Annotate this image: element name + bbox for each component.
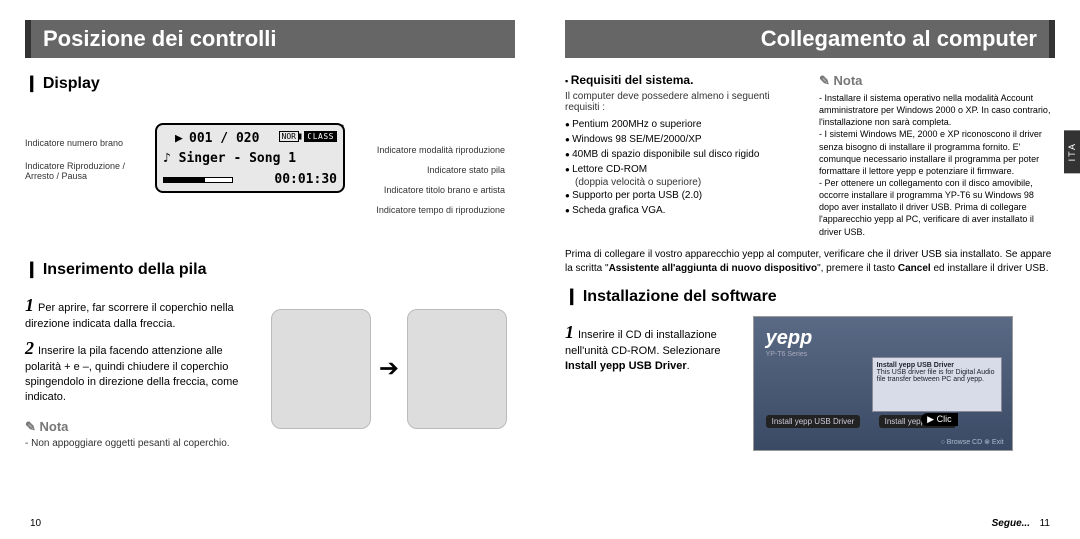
battery-illustration-1 [271, 309, 371, 429]
callout-track: Indicatore numero brano [25, 138, 123, 148]
req-heading: Requisiti del sistema. [565, 73, 801, 87]
lcd-track: 001 / 020 [189, 131, 259, 146]
nota-label-right: Nota [819, 73, 1055, 89]
pre-connect-text: Prima di collegare il vostro apparecchio… [565, 248, 1055, 276]
callout-play: Indicatore Riproduzione / Arresto / Paus… [25, 161, 145, 181]
lcd-song: ♪ Singer - Song 1 [163, 151, 296, 166]
page-number-right: 11 [1040, 518, 1050, 529]
nota-text-left: - Non appoggiare oggetti pesanti al cope… [25, 438, 245, 449]
step-2: 2Inserire la pila facendo attenzione all… [25, 336, 245, 405]
callout-batt: Indicatore stato pila [427, 165, 505, 175]
page-number-left: 10 [30, 518, 41, 529]
req-list: Pentium 200MHz o superiore Windows 98 SE… [565, 117, 801, 177]
right-page: Collegamento al computer Requisiti del s… [540, 0, 1080, 539]
left-page: Posizione dei controlli Display Equalizz… [0, 0, 540, 539]
req-intro: Il computer deve possedere almeno i segu… [565, 91, 801, 113]
yepp-logo: yepp [766, 327, 813, 350]
segue-label: Segue... [992, 518, 1030, 529]
install-step-1: 1Inserire il CD di installazione nell'un… [565, 320, 735, 374]
battery-illustration-2 [407, 309, 507, 429]
lcd-nor: NOR [279, 131, 299, 142]
installer-desc-box: Install yepp USB DriverThis USB driver f… [872, 357, 1002, 412]
language-tab: ITA [1064, 130, 1080, 173]
yepp-series: YP-T6 Series [766, 351, 808, 358]
installer-screenshot: yepp YP-T6 Series Install yepp USB Drive… [753, 316, 1013, 451]
section-display: Display [25, 73, 515, 93]
nota-list: Installare il sistema operativo nella mo… [819, 92, 1055, 238]
section-install: Installazione del software [565, 286, 1055, 306]
arrow-icon: ➔ [379, 354, 399, 383]
lcd-display: ▶ 001 / 020 CLASS NOR ▮▮▮ ♪ Singer - Son… [155, 123, 345, 193]
nota-label-left: Nota [25, 419, 245, 435]
installer-footer: ○ Browse CD ⊗ Exit [941, 438, 1004, 446]
right-title: Collegamento al computer [565, 20, 1055, 58]
callout-title: Indicatore titolo brano e artista [384, 185, 505, 195]
callout-time: Indicatore tempo di riproduzione [376, 205, 505, 215]
battery-icon: ▮▮▮ [297, 131, 315, 142]
progress-bar [163, 177, 233, 183]
lcd-time: 00:01:30 [274, 172, 337, 187]
install-driver-button[interactable]: Install yepp USB Driver [766, 415, 861, 428]
click-indicator: ▶ Clic [921, 413, 957, 426]
step-1: 1Per aprire, far scorrere il coperchio n… [25, 293, 245, 332]
left-title: Posizione dei controlli [25, 20, 515, 58]
section-battery: Inserimento della pila [25, 259, 515, 279]
callout-mode: Indicatore modalità riproduzione [377, 145, 505, 155]
